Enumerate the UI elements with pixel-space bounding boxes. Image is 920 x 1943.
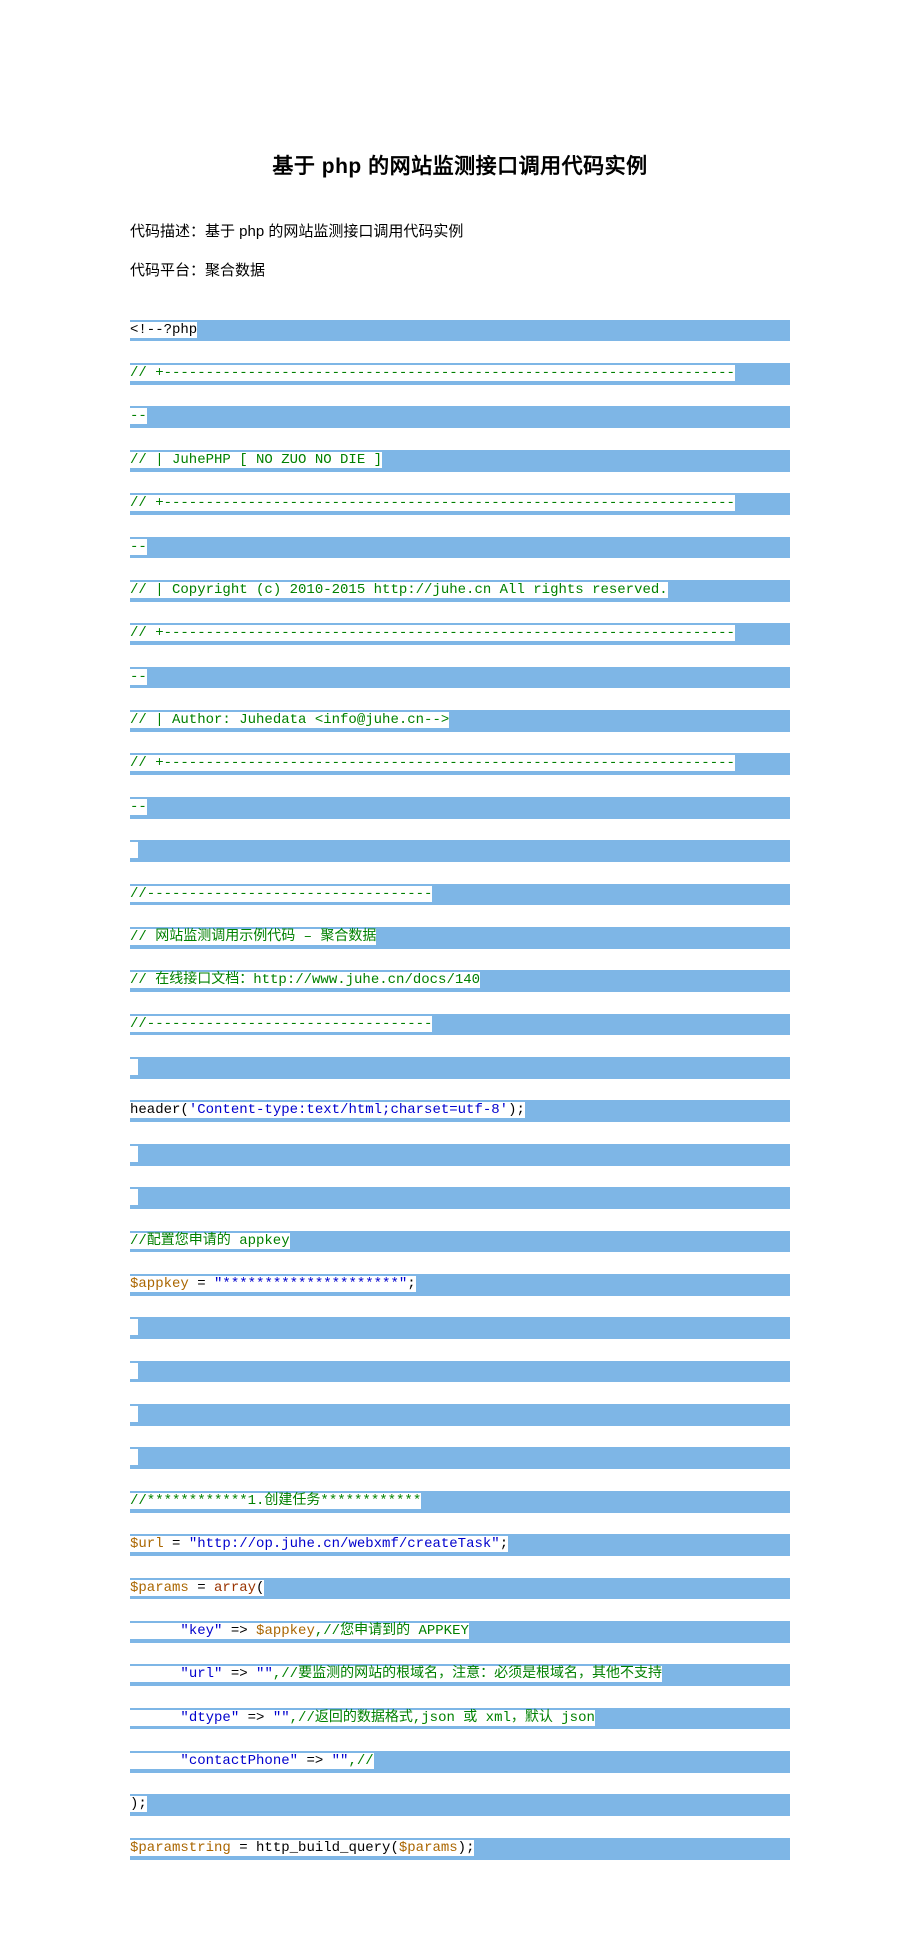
code-line: //************1.创建任务************ [130,1491,790,1513]
code-line: // +------------------------------------… [130,623,790,645]
code-line: // 网站监测调用示例代码 – 聚合数据 [130,927,790,949]
code-line: "dtype" => "",//返回的数据格式,json 或 xml，默认 js… [130,1708,790,1730]
code-line [130,1361,790,1383]
code-line: // | Author: Juhedata <info@juhe.cn--> [130,710,790,732]
code-line: -- [130,797,790,819]
code-line: -- [130,667,790,689]
code-line: //配置您申请的 appkey [130,1231,790,1253]
php-open-tag: <!--?php [130,322,197,338]
code-line: ); [130,1794,790,1816]
code-platform: 代码平台：聚合数据 [130,259,790,280]
code-line [130,1404,790,1426]
code-line: header('Content-type:text/html;charset=u… [130,1100,790,1122]
code-block: <!--?php // +---------------------------… [130,298,790,1903]
code-line [130,1187,790,1209]
code-line: "url" => "",//要监测的网站的根域名，注意：必须是根域名，其他不支持 [130,1664,790,1686]
code-line: // +------------------------------------… [130,493,790,515]
code-line: $params = array( [130,1578,790,1600]
code-line: // +------------------------------------… [130,363,790,385]
code-line: $url = "http://op.juhe.cn/webxmf/createT… [130,1534,790,1556]
code-line: $appkey = "*********************"; [130,1274,790,1296]
code-line: //---------------------------------- [130,884,790,906]
code-line: "contactPhone" => "",// [130,1751,790,1773]
code-line: -- [130,406,790,428]
page-title: 基于 php 的网站监测接口调用代码实例 [130,150,790,180]
code-line: <!--?php [130,320,790,342]
code-line: //---------------------------------- [130,1014,790,1036]
code-line [130,1317,790,1339]
code-line [130,1057,790,1079]
document-page: 基于 php 的网站监测接口调用代码实例 代码描述：基于 php 的网站监测接口… [0,0,920,1943]
code-line [130,1144,790,1166]
code-line: // | Copyright (c) 2010-2015 http://juhe… [130,580,790,602]
code-line [130,1447,790,1469]
code-line: $paramstring = http_build_query($params)… [130,1838,790,1860]
code-line [130,840,790,862]
meta-block: 代码描述：基于 php 的网站监测接口调用代码实例 代码平台：聚合数据 [130,220,790,280]
code-line: -- [130,537,790,559]
code-line: // | JuhePHP [ NO ZUO NO DIE ] [130,450,790,472]
code-line: "key" => $appkey,//您申请到的 APPKEY [130,1621,790,1643]
code-description: 代码描述：基于 php 的网站监测接口调用代码实例 [130,220,790,241]
code-line: // +------------------------------------… [130,753,790,775]
code-line: // 在线接口文档：http://www.juhe.cn/docs/140 [130,970,790,992]
